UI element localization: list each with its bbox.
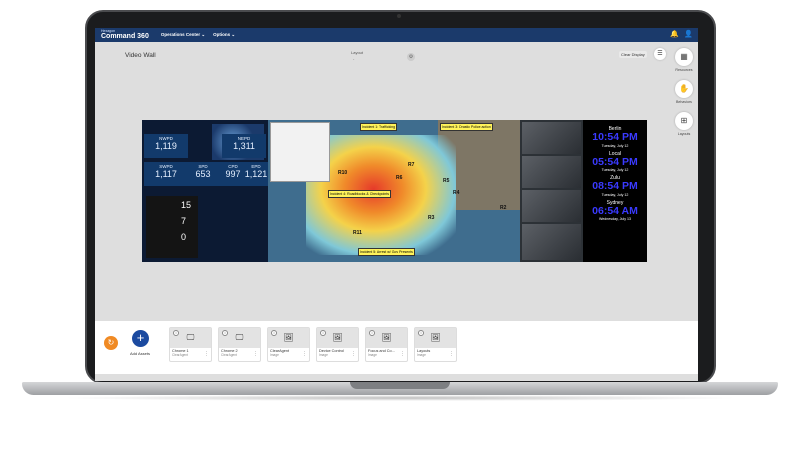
gauge-panel: 15 7 0 [146, 196, 198, 258]
operations-center-menu[interactable]: Operations Center ⌄ [161, 32, 205, 38]
camera-pane[interactable] [520, 120, 583, 262]
layout-label: Layout [351, 50, 364, 55]
region-label: R11 [353, 230, 362, 236]
top-bar: Hexagon Command 360 Operations Center ⌄ … [95, 28, 698, 42]
stat-value: 1,117 [155, 169, 177, 179]
gauge-value: 0 [181, 232, 187, 242]
resources-icon[interactable]: ▦ [675, 48, 693, 66]
more-icon[interactable]: ⋮ [302, 351, 307, 357]
rail-label: Behaviors [676, 100, 692, 104]
clock-time: 08:54 PM [592, 180, 638, 193]
world-clock-pane[interactable]: Berlin 10:54 PM Tuesday, July 12 Local 0… [583, 120, 647, 262]
more-icon[interactable]: ⋮ [449, 351, 454, 357]
clock-date: Tuesday, July 12 [601, 192, 629, 197]
incident-callout[interactable]: Incident 1: Trafficking [360, 123, 398, 131]
info-icon[interactable]: i [173, 330, 179, 336]
stat-value: 1,121 [244, 169, 268, 179]
camera-icon [397, 14, 401, 18]
gauge-value: 7 [181, 216, 187, 226]
region-label: R2 [500, 205, 507, 211]
video-wall[interactable]: NWPD 1,119 NEPD 1,311 SWPD 1,117 SPD 653… [142, 120, 647, 262]
stat-value: 1,311 [233, 141, 255, 151]
camera-feed[interactable] [522, 156, 581, 188]
info-icon[interactable]: i [222, 330, 228, 336]
stat-tile: SPD 653 [184, 162, 222, 186]
map-pane[interactable]: R10 R7 R6 R5 R4 R3 R2 R11 Incident 1: Tr… [268, 120, 520, 262]
info-icon[interactable]: i [271, 330, 277, 336]
layouts-icon[interactable]: ⊞ [675, 112, 693, 130]
camera-feed[interactable] [522, 122, 581, 154]
clock-time: 05:54 PM [592, 155, 638, 168]
stat-tile: EPD 1,121 [244, 162, 268, 186]
clock-date: Tuesday, July 12 [601, 168, 629, 173]
layout-value[interactable]: - [353, 56, 354, 61]
stat-tile: NEPD 1,311 [222, 134, 266, 158]
region-label: R4 [453, 190, 460, 196]
clock-date: Tuesday, July 12 [601, 143, 629, 148]
menu-icon[interactable]: ☰ [654, 48, 666, 60]
region-label: R6 [396, 175, 403, 181]
rail-behaviors[interactable]: ✋ Behaviors [670, 80, 698, 104]
map-legend [270, 122, 330, 182]
incident-callout[interactable]: Incident 4: Roadblocks & Checkpoints [328, 190, 391, 198]
asset-list: 🖵 i Chrome 1 ClearAgent ⋮ 🖵 i Chrome 2 C… [169, 327, 457, 362]
more-icon[interactable]: ⋮ [253, 351, 258, 357]
asset-card[interactable]: 🖼 i Device Control Image ⋮ [316, 327, 359, 362]
assets-tray: ↻ + Add Assets 🖵 i Chrome 1 ClearAgent ⋮… [95, 321, 698, 374]
more-icon[interactable]: ⋮ [351, 351, 356, 357]
rail-label: Resources [675, 68, 693, 72]
gauge-value: 15 [181, 200, 192, 210]
stat-tile: NWPD 1,119 [144, 134, 188, 158]
laptop-shadow [60, 395, 740, 401]
brand: Hexagon Command 360 [101, 29, 149, 40]
stage: Hexagon Command 360 Operations Center ⌄ … [0, 0, 800, 454]
region-label: R3 [428, 215, 435, 221]
camera-feed[interactable] [522, 190, 581, 222]
clock-date: Wednesday, July 13 [598, 217, 632, 222]
asset-card[interactable]: 🖵 i Chrome 1 ClearAgent ⋮ [169, 327, 212, 362]
asset-card[interactable]: 🖼 i Layouts Image ⋮ [414, 327, 457, 362]
add-assets-label: Add Assets [130, 351, 151, 356]
page-title: Video Wall [125, 52, 156, 59]
stat-tile: SWPD 1,117 [144, 162, 188, 186]
layout-settings-icon[interactable]: ⚙ [407, 53, 415, 61]
refresh-icon[interactable]: ↻ [104, 336, 118, 350]
incident-callout[interactable]: Incident 3: Drastic Police action [440, 123, 493, 131]
region-label: R5 [443, 178, 450, 184]
region-label: R7 [408, 162, 415, 168]
clock-time: 10:54 PM [592, 131, 638, 143]
stat-value: 997 [225, 169, 241, 179]
right-rail: ▦ Resources ✋ Behaviors ⊞ Layouts [670, 48, 698, 144]
rail-layouts[interactable]: ⊞ Layouts [670, 112, 698, 136]
behaviors-icon[interactable]: ✋ [675, 80, 693, 98]
more-icon[interactable]: ⋮ [204, 351, 209, 357]
rail-resources[interactable]: ▦ Resources [670, 48, 698, 72]
stat-value: 653 [195, 169, 211, 179]
stat-tile: CPD 997 [222, 162, 244, 186]
info-icon[interactable]: i [418, 330, 424, 336]
dashboard-pane[interactable]: NWPD 1,119 NEPD 1,311 SWPD 1,117 SPD 653… [142, 120, 268, 262]
asset-card[interactable]: 🖼 i Focus and Co... Image ⋮ [365, 327, 408, 362]
more-icon[interactable]: ⋮ [400, 351, 405, 357]
add-assets-button[interactable]: + [132, 330, 149, 347]
app-screen: Hexagon Command 360 Operations Center ⌄ … [95, 28, 698, 381]
region-label: R10 [338, 170, 348, 176]
rail-label: Layouts [677, 132, 691, 136]
bell-icon[interactable]: 🔔 [670, 31, 679, 39]
options-menu[interactable]: Options ⌄ [213, 32, 235, 38]
clear-display-button[interactable]: Clear Display [619, 51, 647, 58]
info-icon[interactable]: i [320, 330, 326, 336]
camera-feed[interactable] [522, 224, 581, 260]
incident-callout[interactable]: Incident 5: Arrest w/ Gov Presents [358, 248, 415, 256]
user-icon[interactable]: 👤 [684, 31, 693, 39]
clock-time: 06:54 AM [592, 204, 638, 217]
asset-card[interactable]: 🖼 i ClearAgent Image ⋮ [267, 327, 310, 362]
info-icon[interactable]: i [369, 330, 375, 336]
stat-value: 1,119 [155, 141, 177, 151]
asset-card[interactable]: 🖵 i Chrome 2 ClearAgent ⋮ [218, 327, 261, 362]
brand-name[interactable]: Command 360 [101, 33, 149, 40]
laptop-notch [350, 382, 450, 389]
